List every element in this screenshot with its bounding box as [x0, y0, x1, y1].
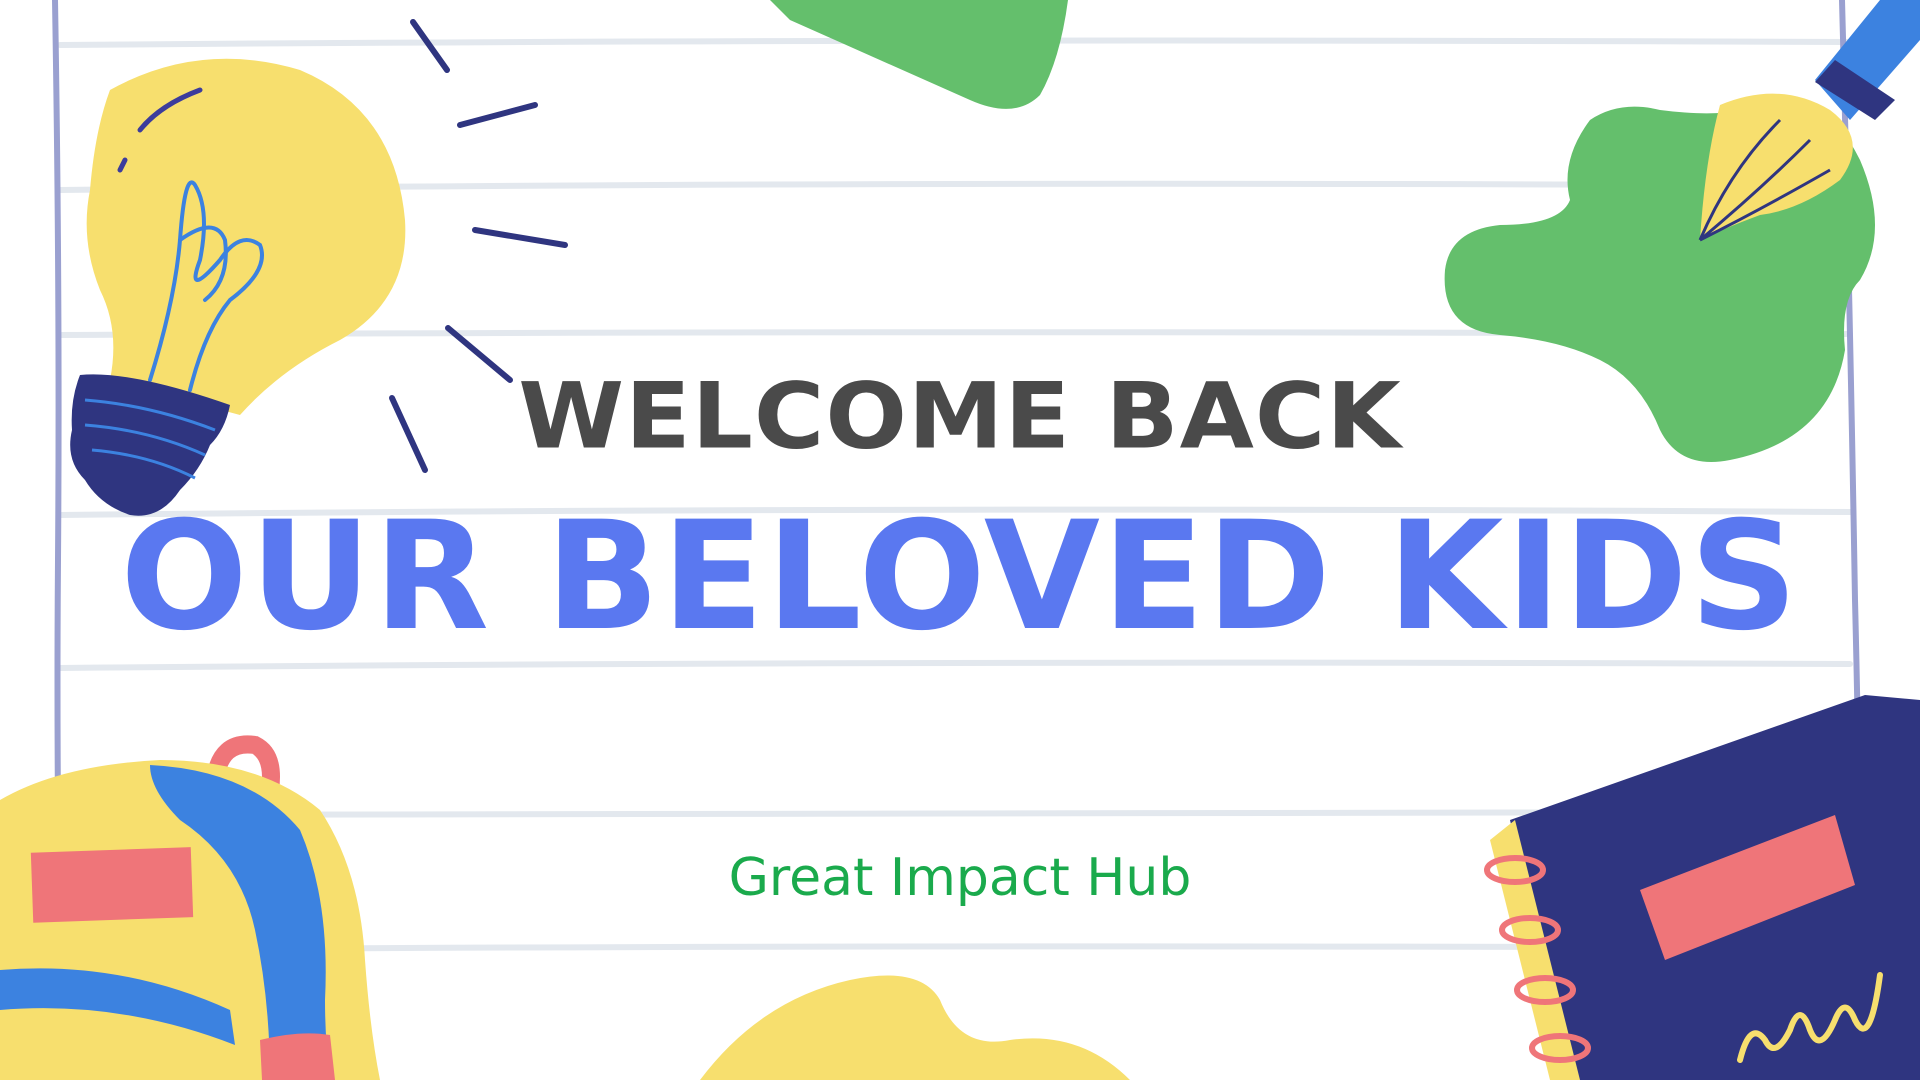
yellow-blob-bottom — [700, 975, 1130, 1080]
welcome-heading: WELCOME BACK — [518, 362, 1402, 470]
organization-name: Great Impact Hub — [728, 848, 1192, 908]
beloved-kids-subheading: OUR BELOVED KIDS — [120, 490, 1800, 664]
green-blob-top — [770, 0, 1068, 109]
slide-canvas: WELCOME BACK OUR BELOVED KIDS Great Impa… — [0, 0, 1920, 1080]
backpack-illustration — [0, 735, 380, 1080]
